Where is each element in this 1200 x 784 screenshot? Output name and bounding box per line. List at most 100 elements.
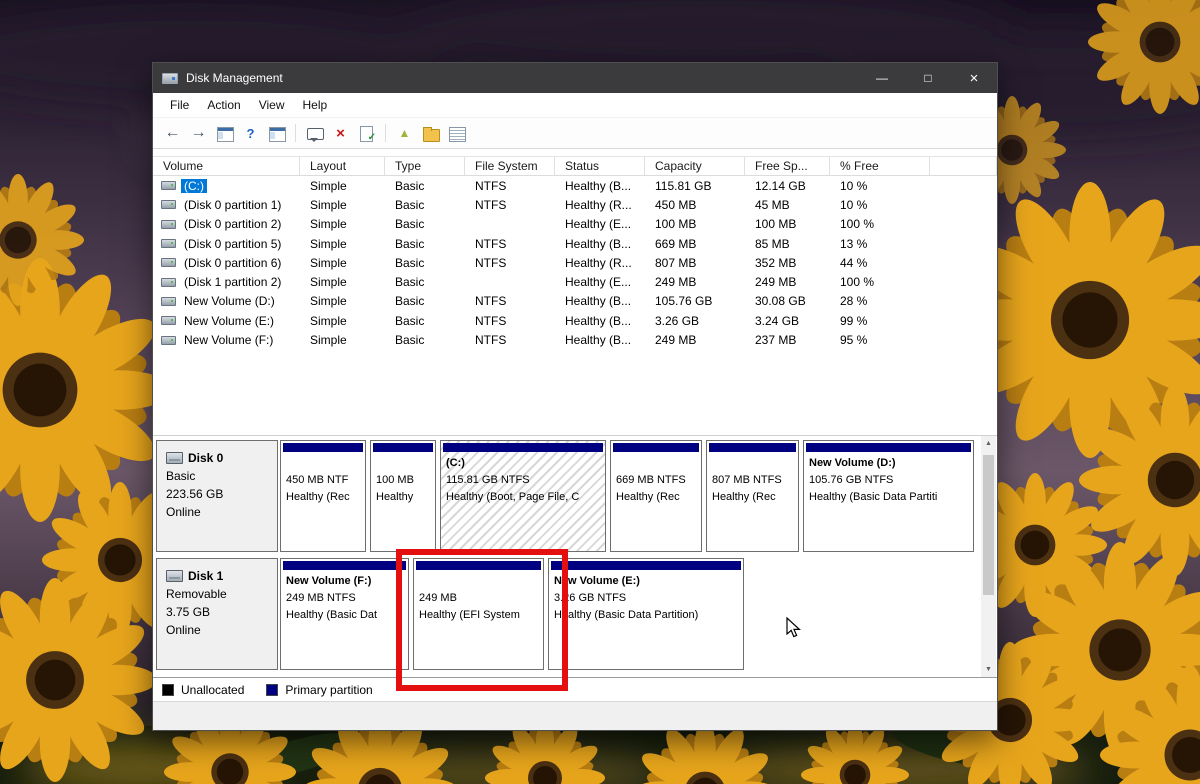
volume-row[interactable]: (Disk 0 partition 6)SimpleBasicNTFSHealt… [153,253,997,272]
column-header-type[interactable]: Type [385,157,465,175]
cell-status: Healthy (E... [555,217,645,231]
volume-row[interactable]: (Disk 0 partition 5)SimpleBasicNTFSHealt… [153,234,997,253]
partition-size: 807 MB NTFS [707,472,798,489]
cell-type: Basic [385,314,465,328]
scrollbar-track[interactable] [981,451,996,662]
scroll-up-button[interactable]: ▲ [981,436,996,451]
column-header-status[interactable]: Status [555,157,645,175]
partition-efi-100mb[interactable]: 100 MBHealthy [370,440,436,552]
cell-layout: Simple [300,237,385,251]
column-header-file-system[interactable]: File System [465,157,555,175]
dialog-icon[interactable] [305,124,324,143]
volume-cell: (Disk 0 partition 1) [153,198,300,212]
volume-drive-icon [161,258,176,267]
column-header-volume[interactable]: Volume [153,157,300,175]
volume-name: (Disk 0 partition 2) [181,217,284,231]
disk-icon [166,452,183,464]
maximize-button[interactable]: □ [905,63,951,93]
scrollbar-thumb[interactable] [983,455,994,595]
cell-type: Basic [385,333,465,347]
column-header-free[interactable]: % Free [830,157,930,175]
menu-help[interactable]: Help [294,94,337,116]
legend-unallocated-label: Unallocated [181,683,244,697]
set-partition-icon[interactable] [357,124,376,143]
volume-drive-icon [161,297,176,306]
column-header-layout[interactable]: Layout [300,157,385,175]
partition-new-volume-d[interactable]: New Volume (D:)105.76 GB NTFSHealthy (Ba… [803,440,974,552]
cell-status: Healthy (R... [555,198,645,212]
partition-header-bar [443,443,603,452]
help-icon[interactable]: ? [241,124,260,143]
disk-name: Disk 1 [166,567,273,585]
volume-cell: New Volume (E:) [153,314,300,328]
partition-title [414,573,543,590]
disk-0-partitions: 450 MB NTFHealthy (Rec 100 MBHealthy(C:)… [280,440,977,552]
partition-c[interactable]: (C:)115.81 GB NTFSHealthy (Boot, Page Fi… [440,440,606,552]
extend-volume-icon[interactable]: ▲ [395,124,414,143]
cell-type: Basic [385,217,465,231]
partition-new-volume-e[interactable]: New Volume (E:)3.26 GB NTFSHealthy (Basi… [548,558,744,670]
cell-type: Basic [385,256,465,270]
partition-recovery-807mb[interactable]: 807 MB NTFSHealthy (Rec [706,440,799,552]
volume-row[interactable]: (Disk 0 partition 2)SimpleBasicHealthy (… [153,215,997,234]
disk-management-app-icon [162,73,178,84]
explore-icon[interactable] [421,124,440,143]
volume-cell: New Volume (D:) [153,294,300,308]
volume-row[interactable]: New Volume (D:)SimpleBasicNTFSHealthy (B… [153,292,997,311]
back-icon[interactable]: ← [163,124,182,143]
column-header-blank[interactable] [930,157,997,175]
volume-name: New Volume (D:) [181,294,278,308]
title-bar[interactable]: Disk Management — □ × [153,63,997,93]
partition-title [281,455,365,472]
disk-kind: Removable [166,585,273,603]
volume-row[interactable]: (Disk 0 partition 1)SimpleBasicNTFSHealt… [153,195,997,214]
volume-drive-icon [161,220,176,229]
partition-header-bar [416,561,541,570]
toolbar-separator [385,124,386,142]
cell-free: 30.08 GB [745,294,830,308]
cell-layout: Simple [300,333,385,347]
window-controls: — □ × [859,63,997,93]
partition-status: Healthy (Basic Data Partiti [804,489,973,506]
column-header-free-sp[interactable]: Free Sp... [745,157,830,175]
action-pane-icon[interactable] [267,124,286,143]
partition-recovery-669mb[interactable]: 669 MB NTFSHealthy (Rec [610,440,702,552]
close-button[interactable]: × [951,63,997,93]
partition-header-bar [283,561,406,570]
cell-type: Basic [385,198,465,212]
cell-capacity: 807 MB [645,256,745,270]
disk-info-1[interactable]: Disk 1Removable3.75 GBOnline [156,558,278,670]
volume-row[interactable]: (Disk 1 partition 2)SimpleBasicHealthy (… [153,272,997,291]
minimize-button[interactable]: — [859,63,905,93]
partition-recovery-450mb[interactable]: 450 MB NTFHealthy (Rec [280,440,366,552]
window-title: Disk Management [186,71,283,85]
partition-header-bar [551,561,741,570]
volume-drive-icon [161,336,176,345]
menu-view[interactable]: View [250,94,294,116]
forward-icon[interactable]: → [189,124,208,143]
partition-efi-249mb[interactable]: 249 MBHealthy (EFI System [413,558,544,670]
volume-name: New Volume (F:) [181,333,276,347]
partition-new-volume-f[interactable]: New Volume (F:)249 MB NTFSHealthy (Basic… [280,558,409,670]
menu-bar: FileActionViewHelp [153,93,997,118]
volume-row[interactable]: New Volume (E:)SimpleBasicNTFSHealthy (B… [153,311,997,330]
cell-status: Healthy (B... [555,333,645,347]
volume-row[interactable]: (C:)SimpleBasicNTFSHealthy (B...115.81 G… [153,176,997,195]
menu-action[interactable]: Action [198,94,249,116]
partition-size: 105.76 GB NTFS [804,472,973,489]
menu-file[interactable]: File [161,94,198,116]
cell-type: Basic [385,179,465,193]
disk-info-0[interactable]: Disk 0Basic223.56 GBOnline [156,440,278,552]
column-header-capacity[interactable]: Capacity [645,157,745,175]
properties-icon[interactable] [447,124,466,143]
console-tree-icon[interactable] [215,124,234,143]
delete-volume-icon[interactable]: × [331,124,350,143]
scroll-down-button[interactable]: ▼ [981,662,996,677]
partition-size: 249 MB [414,590,543,607]
disk-name-label: Disk 1 [188,567,223,585]
cell-fs: NTFS [465,314,555,328]
legend-unallocated: Unallocated [162,683,244,697]
graphical-scrollbar[interactable]: ▲ ▼ [981,436,996,677]
partition-size: 100 MB [371,472,435,489]
volume-row[interactable]: New Volume (F:)SimpleBasicNTFSHealthy (B… [153,330,997,349]
